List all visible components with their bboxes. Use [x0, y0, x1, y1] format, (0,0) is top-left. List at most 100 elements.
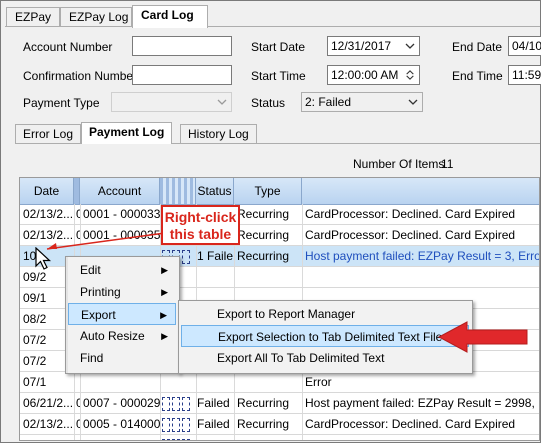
tab-card-log[interactable]: Card Log	[132, 5, 208, 28]
type-cell: Recurring	[237, 207, 290, 221]
status-cell: Failed	[197, 396, 230, 410]
menu-item-edit[interactable]: Edit ▶	[68, 259, 176, 281]
account-cell	[83, 372, 160, 392]
status-select[interactable]: 2: Failed	[301, 92, 423, 112]
menu-item-export[interactable]: Export ▶	[68, 303, 176, 325]
column-separator	[160, 414, 161, 434]
column-separator	[302, 204, 303, 224]
table-header: Date Account Status Type	[20, 178, 539, 205]
column-separator	[80, 372, 81, 392]
items-count-label: Number Of Items	[353, 157, 445, 171]
tab-ezpay[interactable]: EZPay	[6, 7, 60, 27]
menu-item-find[interactable]: Find	[68, 347, 176, 369]
status-cell: Failed	[197, 417, 230, 431]
row-indicator-cell: 0	[76, 414, 80, 434]
start-time-value: 12:00:00 AM	[331, 68, 399, 82]
menu-item-label: Auto Resize	[80, 329, 145, 343]
column-separator	[302, 225, 303, 245]
context-menu: Edit ▶ Printing ▶ Export ▶ Auto Resize ▶ Fin…	[65, 256, 180, 374]
items-count-value: 11	[441, 157, 454, 171]
end-time-value: 11:59:5	[512, 68, 541, 82]
table-row[interactable]: 06/21/2...00007 - 000029 Failed Recurring H…	[20, 393, 539, 414]
message-cell: CardProcessor: Declined. Card Expired	[305, 228, 516, 242]
table-row[interactable]: 01/05/2...00007 - 000022 Failed Recurring C…	[20, 435, 539, 440]
confirmation-number-field[interactable]	[132, 65, 232, 85]
status-cell	[197, 372, 233, 392]
menu-item-label: Export	[81, 308, 116, 322]
callout-line-2: this table	[169, 226, 232, 242]
menu-item-label: Edit	[80, 263, 101, 277]
confirmation-number-label: Confirmation Number	[23, 69, 138, 83]
message-cell	[305, 267, 539, 287]
column-separator	[234, 435, 235, 440]
chevron-down-icon[interactable]	[401, 37, 419, 55]
status-cell: 1 Failed	[197, 249, 233, 263]
submenu-arrow-icon: ▶	[160, 310, 167, 320]
column-header-date[interactable]: Date	[20, 178, 74, 204]
menu-item-export-all-tab[interactable]: Export All To Tab Delimited Text	[181, 347, 469, 369]
column-header-type[interactable]: Type	[234, 178, 302, 204]
message-cell: CardProcessor: Declined. Card Expired	[305, 435, 539, 440]
start-time-picker[interactable]: 12:00:00 AM	[327, 65, 420, 85]
table-row[interactable]: 02/13/2...00005 - 014000 Failed Recurring C…	[20, 414, 539, 435]
message-cell: Host payment failed: EZPay Result = 2998…	[305, 396, 539, 410]
menu-item-export-selection-tab[interactable]: Export Selection to Tab Delimited Text F…	[181, 325, 469, 347]
column-header-account[interactable]: Account	[80, 178, 160, 204]
submenu-arrow-icon: ▶	[161, 265, 168, 275]
callout-line-1: Right-click	[164, 209, 237, 225]
column-separator	[80, 414, 81, 434]
row-indicator-cell: 0	[76, 435, 80, 440]
column-separator	[302, 435, 303, 440]
red-arrow-icon	[437, 321, 528, 353]
message-cell: Error	[305, 375, 332, 389]
column-header-collapsed[interactable]	[160, 178, 196, 204]
column-separator	[74, 435, 75, 440]
tab-error-log[interactable]: Error Log	[15, 124, 82, 143]
end-date-label: End Date	[452, 40, 503, 54]
row-indicator-cell: 0	[76, 393, 80, 413]
column-separator	[302, 372, 303, 392]
column-separator	[160, 393, 161, 413]
column-separator	[302, 267, 303, 287]
chevron-down-icon	[213, 93, 231, 111]
date-cell: 01/05/2...	[23, 435, 73, 440]
export-submenu: Export to Report Manager Export Selectio…	[178, 300, 473, 374]
column-separator	[302, 414, 303, 434]
tab-payment-log[interactable]: Payment Log	[81, 122, 173, 144]
date-cell: 06/21/2...	[23, 396, 73, 410]
account-number-label: Account Number	[23, 40, 113, 54]
table-row[interactable]: 07/1 Error	[20, 372, 539, 393]
row-indicator-cell: 0	[76, 204, 80, 224]
menu-item-label: Printing	[80, 285, 121, 299]
date-cell: 02/13/2...	[23, 417, 73, 431]
end-time-picker[interactable]: 11:59:5	[508, 65, 541, 85]
table-row[interactable]: 02/13/2...00001 - 000033FailedRecurringC…	[20, 204, 539, 225]
account-cell: 0001 - 000033	[83, 207, 160, 221]
start-date-value: 12/31/2017	[331, 39, 392, 53]
payment-type-select[interactable]	[111, 92, 232, 112]
status-label: Status	[251, 96, 286, 110]
submenu-arrow-icon: ▶	[161, 331, 168, 341]
account-cell: 0007 - 000022	[83, 435, 160, 440]
column-separator	[160, 372, 161, 392]
date-cell: 07/1	[23, 375, 47, 389]
column-separator	[234, 414, 235, 434]
tab-history-log[interactable]: History Log	[180, 124, 257, 143]
menu-item-auto-resize[interactable]: Auto Resize ▶	[68, 325, 176, 347]
tab-ezpay-log[interactable]: EZPay Log	[60, 7, 132, 27]
start-date-picker[interactable]: 12/31/2017	[327, 36, 420, 56]
column-header-status[interactable]: Status	[196, 178, 234, 204]
spin-buttons-icon[interactable]	[401, 66, 419, 84]
message-cell: CardProcessor: Declined. Card Expired	[305, 417, 516, 431]
column-header-message[interactable]	[302, 178, 539, 204]
row-indicator-cell	[76, 372, 80, 392]
column-separator	[234, 246, 235, 266]
menu-item-printing[interactable]: Printing ▶	[68, 281, 176, 303]
column-separator	[80, 204, 81, 224]
end-date-picker[interactable]: 04/10,	[508, 36, 541, 56]
instruction-callout: Right-click this table	[161, 205, 240, 245]
start-time-label: Start Time	[251, 69, 306, 83]
account-number-field[interactable]	[132, 36, 232, 56]
menu-item-export-report-manager[interactable]: Export to Report Manager	[181, 303, 469, 325]
chevron-down-icon	[404, 93, 422, 111]
